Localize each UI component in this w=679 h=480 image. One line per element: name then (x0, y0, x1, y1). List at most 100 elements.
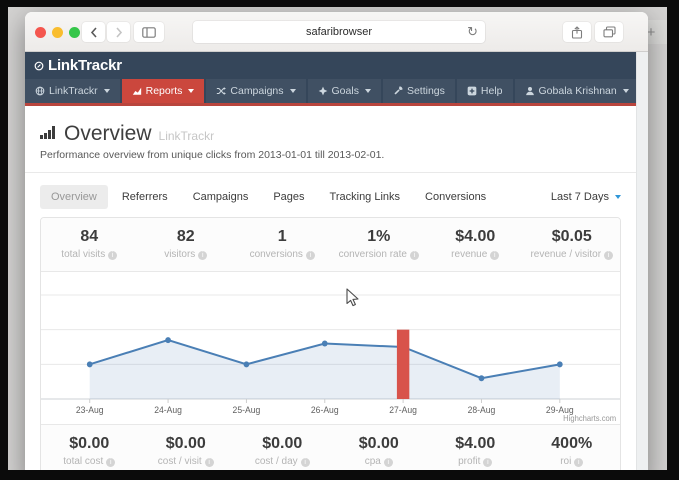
stat-value: 1 (234, 228, 331, 246)
stat-value: $4.00 (427, 435, 524, 453)
info-icon[interactable]: i (490, 251, 499, 260)
svg-text:24-Aug: 24-Aug (154, 405, 182, 415)
header-divider (25, 172, 636, 173)
stats-panel: 84 total visitsi 82 visitorsi 1 conversi… (40, 217, 621, 470)
stat-profit: $4.00 profiti (427, 435, 524, 467)
address-bar[interactable]: safaribrowser ↻ (193, 21, 485, 43)
minimize-window-button[interactable] (52, 27, 63, 38)
stat-value: 400% (524, 435, 621, 453)
stat-value: 82 (138, 228, 235, 246)
brand-row: LinkTrackr (25, 52, 636, 79)
menu-label: Goals (332, 85, 359, 97)
stat-label: conversion rate (339, 249, 407, 260)
tab-referrers[interactable]: Referrers (111, 185, 179, 209)
svg-text:Highcharts.com: Highcharts.com (563, 414, 616, 423)
stat-value: $0.00 (138, 435, 235, 453)
browser-viewport: LinkTrackr LinkTrackr (25, 52, 648, 470)
stat-value: $0.00 (41, 435, 138, 453)
forward-button[interactable] (107, 22, 130, 42)
show-tabs-button[interactable] (595, 22, 623, 42)
tabs-overview-icon (603, 26, 616, 38)
tab-conversions[interactable]: Conversions (414, 185, 497, 209)
chart-container: 23-Aug24-Aug25-Aug26-Aug27-Aug28-Aug29-A… (41, 271, 620, 425)
tab-tracking-links[interactable]: Tracking Links (319, 185, 412, 209)
stat-label: revenue / visitor (530, 249, 601, 260)
menu-label: Campaigns (230, 85, 283, 97)
info-icon[interactable]: i (205, 458, 214, 467)
stat-conversion-rate: 1% conversion ratei (331, 228, 428, 260)
page-title-suffix: LinkTrackr (159, 129, 215, 143)
menu-item-goals[interactable]: Goals (308, 79, 381, 103)
stat-label: cpa (365, 456, 381, 467)
browser-titlebar: safaribrowser ↻ (25, 12, 648, 52)
info-icon[interactable]: i (108, 251, 117, 260)
caret-down-icon (290, 89, 296, 93)
help-icon (467, 86, 477, 96)
app-navbar: LinkTrackr LinkTrackr (25, 52, 636, 106)
browser-window: safaribrowser ↻ (25, 12, 648, 470)
info-icon[interactable]: i (384, 458, 393, 467)
linktrackr-logo-icon (34, 61, 44, 71)
menu-label: Reports (146, 85, 183, 97)
chart-icon (132, 86, 142, 96)
tab-campaigns[interactable]: Campaigns (182, 185, 260, 209)
sidebar-toggle-button[interactable] (134, 22, 164, 42)
stat-value: $0.00 (234, 435, 331, 453)
menu-item-campaigns[interactable]: Campaigns (206, 79, 305, 103)
user-menu[interactable]: Gobala Krishnan (515, 79, 636, 103)
stat-revenue: $4.00 revenuei (427, 228, 524, 260)
desktop-background: + (8, 7, 667, 470)
bar-chart-icon (40, 125, 57, 140)
page-content: Overview LinkTrackr Performance overview… (25, 106, 636, 470)
menu-label: Help (481, 85, 503, 97)
svg-text:23-Aug: 23-Aug (76, 405, 104, 415)
screenshot-frame: + (0, 0, 679, 480)
refresh-icon[interactable]: ↻ (467, 24, 478, 40)
info-icon[interactable]: i (604, 251, 613, 260)
page-title: Overview (64, 122, 152, 146)
globe-icon (35, 86, 45, 96)
page-header: Overview LinkTrackr (40, 122, 621, 146)
stat-total-visits: 84 total visitsi (41, 228, 138, 260)
menu-item-settings[interactable]: Settings (383, 79, 455, 103)
page-subtitle: Performance overview from unique clicks … (40, 149, 621, 161)
caret-down-icon (365, 89, 371, 93)
share-button[interactable] (563, 22, 591, 42)
stat-label: revenue (451, 249, 487, 260)
svg-text:26-Aug: 26-Aug (311, 405, 339, 415)
info-icon[interactable]: i (301, 458, 310, 467)
page-scrollbar[interactable] (636, 52, 648, 470)
date-range-selector[interactable]: Last 7 Days (551, 191, 621, 203)
info-icon[interactable]: i (106, 458, 115, 467)
menu-item-reports[interactable]: Reports (122, 79, 205, 103)
url-text: safaribrowser (306, 26, 372, 38)
brand-name[interactable]: LinkTrackr (48, 57, 122, 74)
date-range-label: Last 7 Days (551, 191, 609, 203)
stat-label: total visits (61, 249, 105, 260)
back-button[interactable] (82, 22, 105, 42)
zoom-window-button[interactable] (69, 27, 80, 38)
performance-chart[interactable]: 23-Aug24-Aug25-Aug26-Aug27-Aug28-Aug29-A… (41, 278, 620, 424)
info-icon[interactable]: i (306, 251, 315, 260)
menu-item-help[interactable]: Help (457, 79, 513, 103)
menu-label: Settings (407, 85, 445, 97)
stat-value: $0.00 (331, 435, 428, 453)
svg-text:27-Aug: 27-Aug (389, 405, 417, 415)
shuffle-icon (216, 86, 226, 96)
share-icon (571, 26, 583, 39)
stats-row-bottom: $0.00 total costi $0.00 cost / visiti $0… (41, 425, 620, 470)
menu-item-linktrackr[interactable]: LinkTrackr (25, 79, 120, 103)
stat-value: $4.00 (427, 228, 524, 246)
stat-value: $0.05 (524, 228, 621, 246)
main-menu: LinkTrackr Reports (25, 79, 636, 103)
tab-pages[interactable]: Pages (262, 185, 315, 209)
user-name: Gobala Krishnan (539, 85, 617, 97)
info-icon[interactable]: i (410, 251, 419, 260)
info-icon[interactable]: i (483, 458, 492, 467)
info-icon[interactable]: i (574, 458, 583, 467)
close-window-button[interactable] (35, 27, 46, 38)
info-icon[interactable]: i (198, 251, 207, 260)
caret-down-icon (615, 195, 621, 199)
stat-visitors: 82 visitorsi (138, 228, 235, 260)
tab-overview[interactable]: Overview (40, 185, 108, 209)
